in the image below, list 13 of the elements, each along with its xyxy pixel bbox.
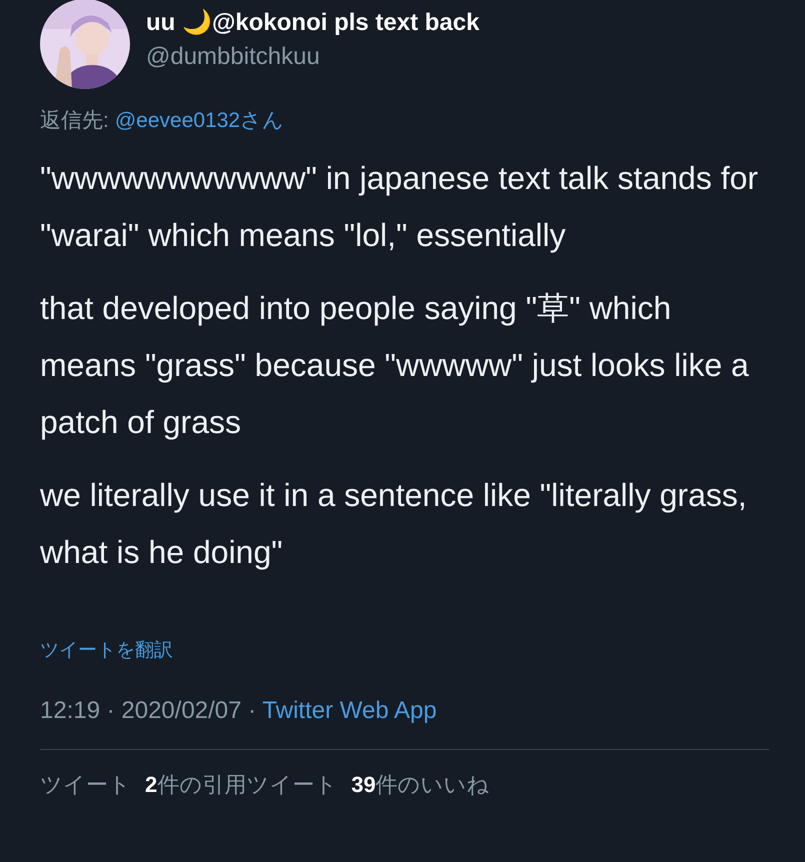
tweet-stat[interactable]: ツイート xyxy=(40,770,131,800)
reply-label: 返信先: xyxy=(40,108,109,134)
user-handle: @dumbbitchkuu xyxy=(146,42,321,70)
tweet-paragraph: "wwwwwwwwwww" in japanese text talk stands for "warai" which means "lol," essentially xyxy=(40,159,760,255)
tweet-stat[interactable]: 2件の引用ツイート xyxy=(145,770,338,800)
source-link[interactable]: Twitter Web App xyxy=(262,697,437,724)
translate-link[interactable]: ツイートを翻訳 xyxy=(40,637,769,663)
tweet-paragraph: we literally use it in a sentence like "literally grass, what is he doing" xyxy=(40,476,748,572)
timestamp: 12:19 · 2020/02/07 · xyxy=(40,697,258,724)
reply-user-link[interactable]: @eevee0132さん xyxy=(114,106,284,134)
display-name: uu 🌙@kokonoi pls text back xyxy=(146,8,480,36)
tweet-paragraph: that developed into people saying "草" which means "grass" because "wwwww" just looks like a patch of grass xyxy=(40,289,750,442)
tweet-stat[interactable]: 39件のいいね xyxy=(351,770,490,800)
